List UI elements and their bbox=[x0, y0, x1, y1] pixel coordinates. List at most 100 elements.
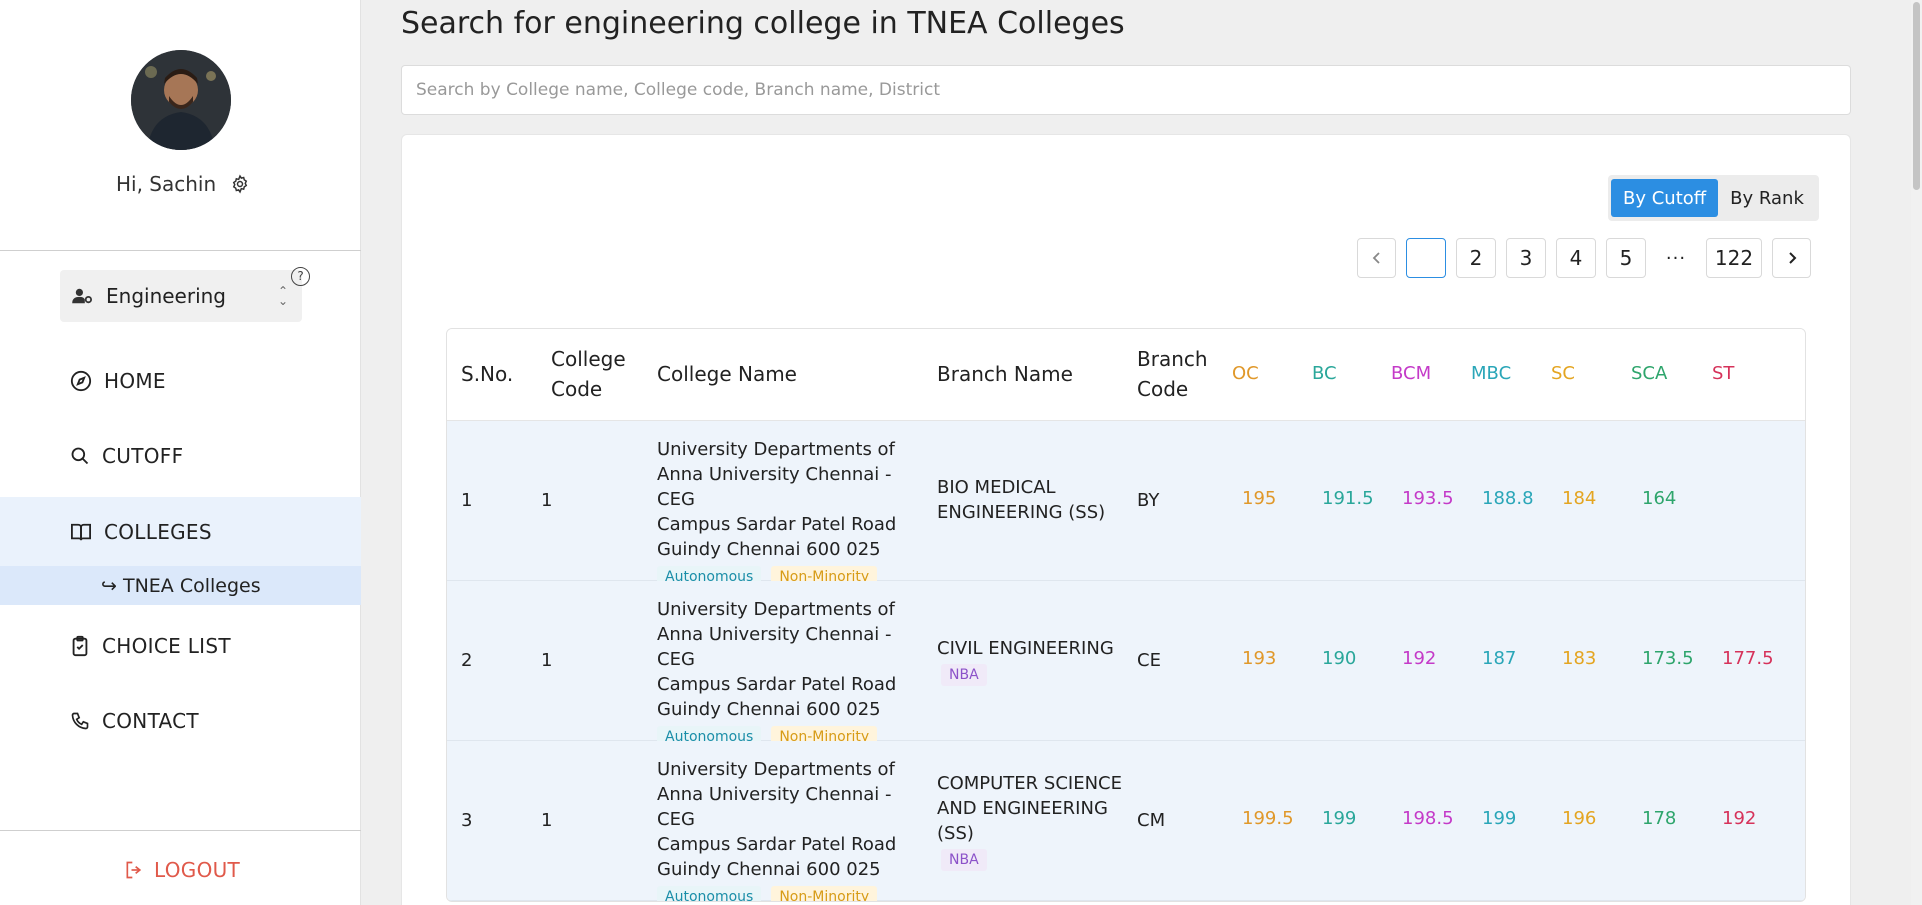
prev-page-button[interactable] bbox=[1357, 238, 1396, 278]
avatar[interactable] bbox=[131, 50, 231, 150]
nav-contact-label: CONTACT bbox=[102, 709, 199, 733]
nav-choice-list[interactable]: CHOICE LIST bbox=[0, 620, 361, 672]
college-line: Campus Sardar Patel Road bbox=[657, 514, 897, 535]
college-line: Anna University Chennai - CEG bbox=[657, 624, 892, 670]
logout-label: LOGOUT bbox=[154, 858, 241, 882]
cell-branch-code: BY bbox=[1137, 490, 1160, 511]
table-header: S.No. College Code College Name Branch N… bbox=[447, 329, 1805, 421]
logout-button[interactable]: LOGOUT bbox=[124, 858, 240, 882]
page-button[interactable]: 4 bbox=[1556, 238, 1596, 278]
college-line: Campus Sardar Patel Road bbox=[657, 834, 897, 855]
clipboard-icon bbox=[72, 635, 88, 657]
search-icon bbox=[71, 447, 89, 465]
cell-branch-code: CM bbox=[1137, 810, 1166, 831]
th-branch-name[interactable]: Branch Name bbox=[937, 359, 1073, 389]
college-line: Guindy Chennai 600 025 bbox=[657, 539, 881, 560]
gear-icon[interactable] bbox=[230, 174, 250, 194]
th-oc[interactable]: OC bbox=[1232, 359, 1259, 389]
cell-sc: 183 bbox=[1562, 648, 1597, 669]
college-line: University Departments of bbox=[657, 439, 895, 460]
nav-cutoff-label: CUTOFF bbox=[102, 444, 184, 468]
by-cutoff-button[interactable]: By Cutoff bbox=[1611, 179, 1719, 217]
th-college-code-l2: Code bbox=[551, 377, 603, 401]
th-sc[interactable]: SC bbox=[1551, 359, 1575, 389]
sidebar: Hi, Sachin Engineering ⌃⌄ ? HOME CUTOFF bbox=[0, 0, 361, 905]
th-college-code[interactable]: College Code bbox=[551, 344, 626, 404]
cell-sc: 196 bbox=[1562, 808, 1597, 829]
cell-st: 177.5 bbox=[1722, 648, 1774, 669]
cell-branch-code: CE bbox=[1137, 650, 1161, 671]
th-college-code-l1: College bbox=[551, 347, 626, 371]
branch-line: AND ENGINEERING bbox=[937, 798, 1108, 819]
page-scrollbar-thumb[interactable] bbox=[1913, 2, 1920, 190]
cell-mbc: 187 bbox=[1482, 648, 1517, 669]
non-minority-badge: Non-Minority bbox=[771, 886, 878, 901]
cell-mbc: 199 bbox=[1482, 808, 1517, 829]
table-row[interactable]: 3 1 University Departments of Anna Unive… bbox=[447, 741, 1805, 901]
page-current[interactable] bbox=[1406, 238, 1446, 278]
th-bcm[interactable]: BCM bbox=[1391, 359, 1431, 389]
cell-sno: 2 bbox=[461, 650, 473, 671]
th-sno[interactable]: S.No. bbox=[461, 359, 513, 389]
cell-oc: 193 bbox=[1242, 648, 1277, 669]
nav-colleges[interactable]: COLLEGES bbox=[0, 497, 361, 566]
sidebar-divider-bottom bbox=[0, 830, 361, 831]
nav-choice-list-label: CHOICE LIST bbox=[102, 634, 231, 658]
sidebar-divider bbox=[0, 250, 361, 251]
th-sca[interactable]: SCA bbox=[1631, 359, 1667, 389]
table-row[interactable]: 1 1 University Departments of Anna Unive… bbox=[447, 421, 1805, 588]
stream-select[interactable]: Engineering ⌃ ⌄ bbox=[60, 270, 302, 322]
page-button[interactable]: 5 bbox=[1606, 238, 1646, 278]
th-bc[interactable]: BC bbox=[1312, 359, 1337, 389]
college-line: University Departments of bbox=[657, 599, 895, 620]
college-line: University Departments of bbox=[657, 759, 895, 780]
nav-home[interactable]: HOME bbox=[0, 355, 361, 407]
cell-branch-name: CIVIL ENGINEERING NBA bbox=[937, 636, 1114, 686]
nav-cutoff[interactable]: CUTOFF bbox=[0, 430, 361, 482]
search-input[interactable] bbox=[401, 65, 1851, 115]
th-st[interactable]: ST bbox=[1712, 359, 1734, 389]
cell-mbc: 188.8 bbox=[1482, 488, 1534, 509]
table-row[interactable]: 2 1 University Departments of Anna Unive… bbox=[447, 581, 1805, 748]
cell-college-code: 1 bbox=[541, 650, 553, 671]
cell-sno: 3 bbox=[461, 810, 473, 831]
branch-line: (SS) bbox=[937, 823, 974, 844]
th-mbc[interactable]: MBC bbox=[1471, 359, 1511, 389]
cell-bcm: 192 bbox=[1402, 648, 1437, 669]
th-college-name[interactable]: College Name bbox=[657, 359, 797, 389]
page-title: Search for engineering college in TNEA C… bbox=[401, 6, 1125, 41]
cell-oc: 199.5 bbox=[1242, 808, 1294, 829]
cell-college-code: 1 bbox=[541, 490, 553, 511]
cell-oc: 195 bbox=[1242, 488, 1277, 509]
cell-st: 192 bbox=[1722, 808, 1757, 829]
cell-bc: 190 bbox=[1322, 648, 1357, 669]
next-page-button[interactable] bbox=[1772, 238, 1811, 278]
by-rank-button[interactable]: By Rank bbox=[1718, 179, 1816, 217]
nav-contact[interactable]: CONTACT bbox=[0, 695, 361, 747]
cell-sca: 164 bbox=[1642, 488, 1677, 509]
page-button[interactable]: 3 bbox=[1506, 238, 1546, 278]
cell-sc: 184 bbox=[1562, 488, 1597, 509]
compass-icon bbox=[70, 370, 92, 392]
chevron-left-icon bbox=[1372, 252, 1380, 264]
page-ellipsis[interactable]: ··· bbox=[1656, 238, 1696, 278]
th-branch-code[interactable]: Branch Code bbox=[1137, 344, 1208, 404]
nba-badge: NBA bbox=[941, 664, 987, 686]
user-gear-icon bbox=[72, 288, 92, 304]
college-line: Anna University Chennai - CEG bbox=[657, 784, 892, 830]
nav-home-label: HOME bbox=[104, 369, 166, 393]
stream-select-value: Engineering bbox=[106, 284, 226, 308]
cell-branch-name: BIO MEDICAL ENGINEERING (SS) bbox=[937, 475, 1105, 525]
help-icon[interactable]: ? bbox=[291, 267, 310, 286]
cell-college-name: University Departments of Anna Universit… bbox=[657, 757, 922, 901]
college-line: Campus Sardar Patel Road bbox=[657, 674, 897, 695]
branch-line: COMPUTER SCIENCE bbox=[937, 773, 1122, 794]
page-button-last[interactable]: 122 bbox=[1706, 238, 1762, 278]
nav-tnea-colleges[interactable]: ↪ TNEA Colleges bbox=[0, 566, 361, 605]
page-button[interactable]: 2 bbox=[1456, 238, 1496, 278]
branch-line: BIO MEDICAL bbox=[937, 477, 1056, 498]
branch-line: CIVIL ENGINEERING bbox=[937, 638, 1114, 659]
cell-college-name: University Departments of Anna Universit… bbox=[657, 437, 922, 588]
cell-bc: 199 bbox=[1322, 808, 1357, 829]
cell-sno: 1 bbox=[461, 490, 473, 511]
